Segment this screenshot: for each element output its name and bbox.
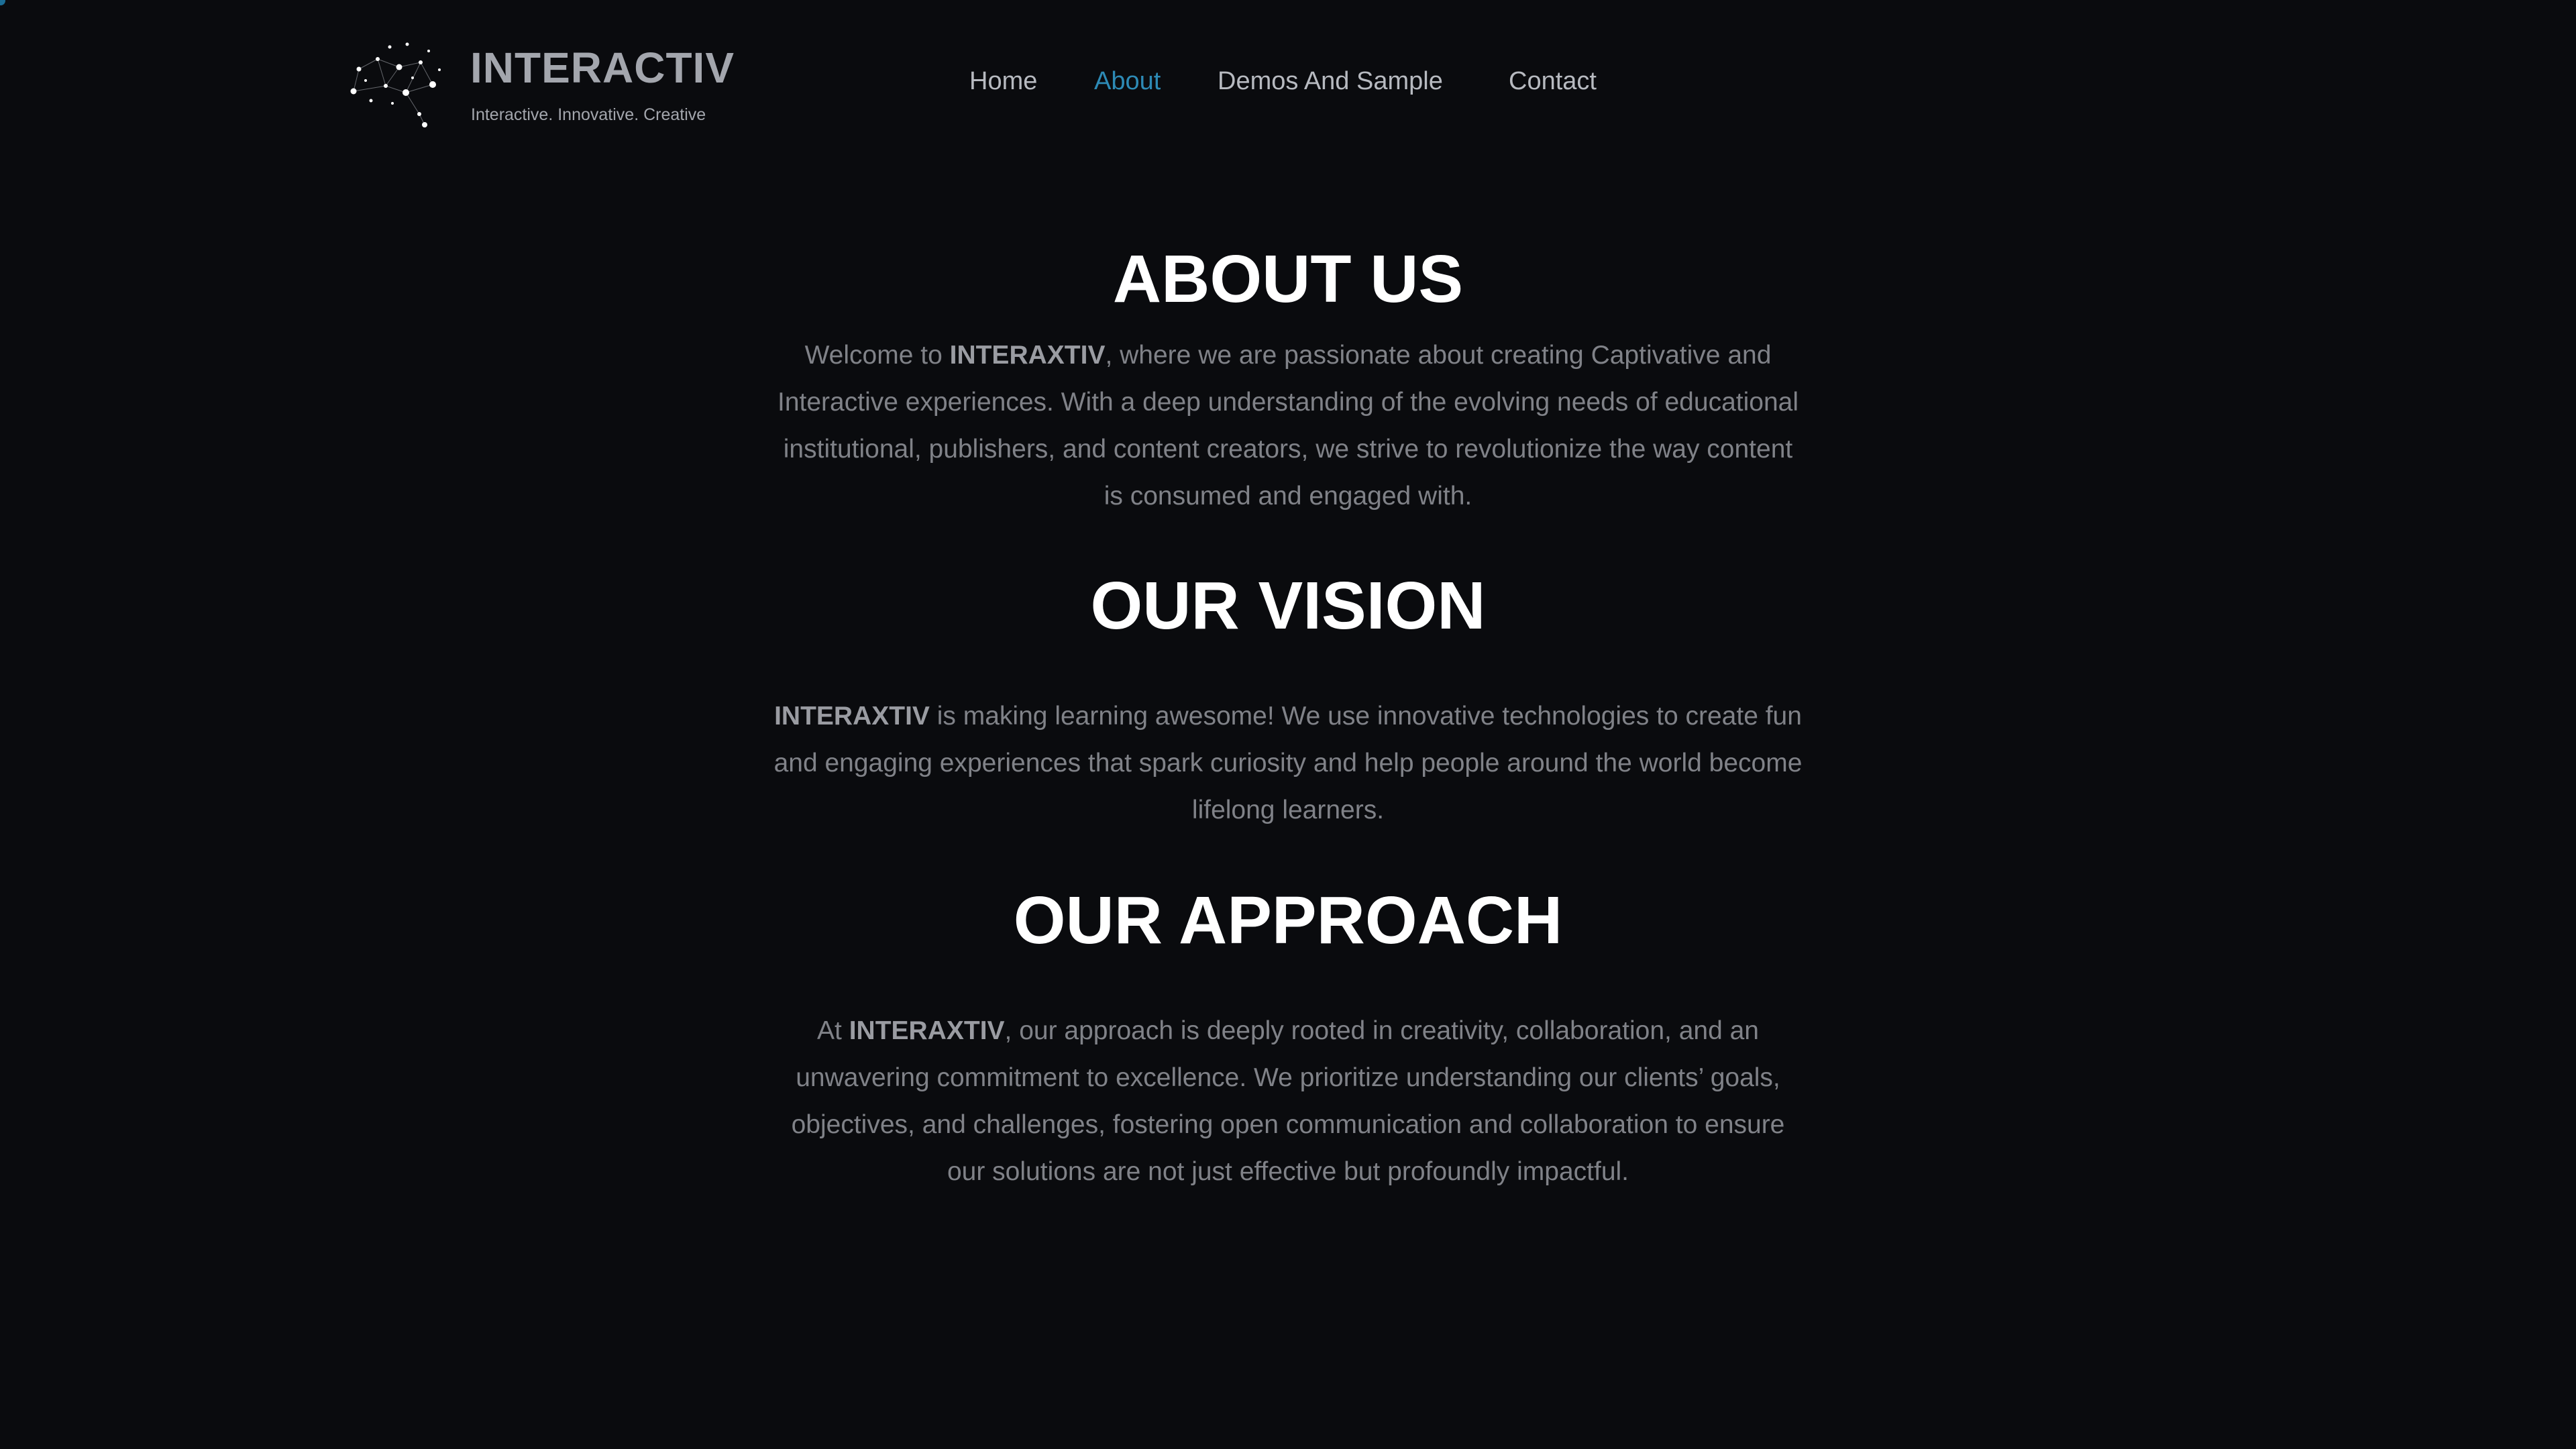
about-lead: Welcome to [804, 341, 950, 370]
approach-paragraph: At INTERAXTIV, our approach is deeply ro… [771, 1008, 1805, 1195]
brand-name[interactable]: INTERACTIV [470, 40, 735, 95]
about-paragraph: Welcome to INTERAXTIV, where we are pass… [771, 332, 1805, 520]
nav-home-link[interactable]: Home [969, 64, 1037, 98]
approach-company-name: INTERAXTIV [849, 1016, 1005, 1045]
about-title: ABOUT US [1112, 241, 1464, 317]
about-company-name: INTERAXTIV [949, 341, 1106, 370]
nav-about-link[interactable]: About [1094, 64, 1161, 98]
corner-indicator [0, 0, 5, 5]
vision-paragraph: INTERAXTIV is making learning awesome! W… [771, 693, 1805, 834]
approach-lead: At [817, 1016, 849, 1045]
nav-contact-link[interactable]: Contact [1509, 64, 1597, 98]
vision-company-name: INTERAXTIV [774, 702, 930, 731]
vision-title: OUR VISION [1090, 568, 1486, 643]
nav-demos-link[interactable]: Demos And Sample [1218, 64, 1443, 98]
page: INTERACTIV Interactive. Innovative. Crea… [0, 0, 2576, 1449]
approach-title: OUR APPROACH [1013, 883, 1563, 958]
constellation-brain-icon[interactable] [345, 39, 446, 133]
brand-tagline: Interactive. Innovative. Creative [471, 105, 706, 124]
